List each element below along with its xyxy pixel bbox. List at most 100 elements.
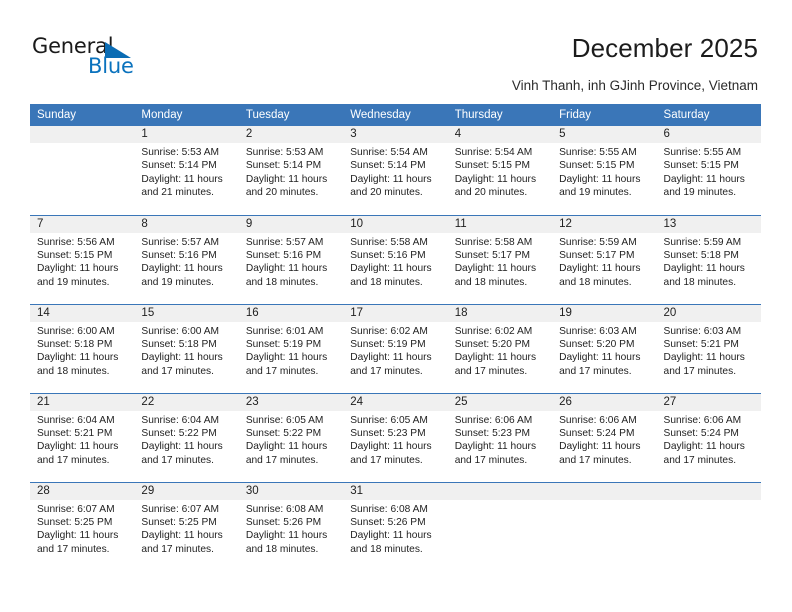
sunrise-text: Sunrise: 6:04 AM (141, 414, 220, 426)
sunrise-text: Sunrise: 5:58 AM (454, 236, 533, 248)
day-number: 8 (134, 215, 239, 233)
sunrise-text: Sunrise: 5:59 AM (559, 236, 637, 248)
calendar-day-cell[interactable]: 5 Sunrise: 5:55 AM Sunset: 5:15 PM Daylight… (552, 126, 657, 215)
sunrise-text: Sunrise: 5:59 AM (663, 236, 742, 248)
weekday-header-friday: Friday (552, 104, 657, 126)
day-sun-info: Sunrise: 6:03 AM Sunset: 5:20 PM Daylight:… (552, 322, 656, 379)
weekday-header-monday: Monday (134, 104, 239, 126)
calendar-day-cell[interactable]: 19 Sunrise: 6:03 AM Sunset: 5:20 PM Dayligh… (552, 303, 657, 393)
calendar-day-cell[interactable]: 23 Sunrise: 6:05 AM Sunset: 5:22 PM Dayligh… (238, 392, 344, 482)
daylight-text: Daylight: 11 hours and 20 minutes. (454, 173, 537, 199)
sunrise-text: Sunrise: 6:02 AM (454, 325, 533, 337)
calendar-day-cell[interactable]: 11 Sunrise: 5:58 AM Sunset: 5:17 PM Dayligh… (447, 214, 553, 304)
calendar-day-cell[interactable]: 1 Sunrise: 5:53 AM Sunset: 5:14 PM Daylight… (134, 126, 239, 215)
day-sun-info: Sunrise: 5:54 AM Sunset: 5:15 PM Daylight:… (448, 143, 552, 200)
page-subtitle: Vinh Thanh, inh GJinh Province, Vietnam (511, 78, 758, 93)
calendar-day-cell[interactable]: 7 Sunrise: 5:56 AM Sunset: 5:15 PM Daylight… (30, 214, 135, 304)
day-sun-info: Sunrise: 6:06 AM Sunset: 5:24 PM Daylight:… (657, 411, 761, 468)
weekday-header-tuesday: Tuesday (238, 104, 344, 126)
day-number: 1 (134, 126, 239, 143)
calendar-day-cell[interactable]: 10 Sunrise: 5:58 AM Sunset: 5:16 PM Dayligh… (343, 214, 448, 304)
daylight-text: Daylight: 11 hours and 17 minutes. (663, 352, 745, 377)
sunset-text: Sunset: 5:14 PM (141, 160, 217, 172)
day-number: 11 (447, 215, 553, 233)
day-number: 4 (447, 126, 553, 143)
calendar-day-cell[interactable]: 20 Sunrise: 6:03 AM Sunset: 5:21 PM Dayligh… (656, 303, 761, 393)
calendar-day-cell[interactable]: 30 Sunrise: 6:08 AM Sunset: 5:26 PM Dayligh… (238, 481, 344, 571)
sunrise-text: Sunrise: 5:54 AM (454, 147, 533, 158)
sunrise-text: Sunrise: 5:57 AM (141, 236, 220, 248)
day-number: 20 (656, 304, 761, 322)
daylight-text: Daylight: 11 hours and 18 minutes. (245, 263, 328, 288)
sunset-text: Sunset: 5:15 PM (559, 160, 635, 172)
calendar-day-cell[interactable]: 22 Sunrise: 6:04 AM Sunset: 5:22 PM Dayligh… (134, 392, 239, 482)
sunset-text: Sunset: 5:25 PM (141, 516, 217, 528)
daylight-text: Daylight: 11 hours and 17 minutes. (37, 530, 119, 555)
sunrise-text: Sunrise: 5:54 AM (350, 147, 428, 158)
calendar-day-cell[interactable]: 14 Sunrise: 6:00 AM Sunset: 5:18 PM Dayligh… (30, 303, 135, 393)
daylight-text: Daylight: 11 hours and 18 minutes. (350, 263, 432, 288)
day-sun-info: Sunrise: 6:08 AM Sunset: 5:26 PM Daylight:… (343, 500, 447, 557)
daylight-text: Daylight: 11 hours and 19 minutes. (141, 263, 223, 288)
sunrise-text: Sunrise: 6:02 AM (350, 325, 428, 337)
calendar-day-cell[interactable]: 28 Sunrise: 6:07 AM Sunset: 5:25 PM Dayligh… (30, 481, 135, 571)
calendar-day-cell[interactable]: 6 Sunrise: 5:55 AM Sunset: 5:15 PM Daylight… (656, 126, 761, 215)
calendar-day-cell[interactable]: 18 Sunrise: 6:02 AM Sunset: 5:20 PM Dayligh… (447, 303, 553, 393)
sunset-text: Sunset: 5:18 PM (37, 338, 113, 350)
day-sun-info: Sunrise: 6:06 AM Sunset: 5:24 PM Daylight:… (552, 411, 656, 468)
calendar-day-cell[interactable]: 17 Sunrise: 6:02 AM Sunset: 5:19 PM Dayligh… (343, 303, 448, 393)
calendar-day-cell[interactable]: 3 Sunrise: 5:54 AM Sunset: 5:14 PM Daylight… (343, 126, 448, 215)
daylight-text: Daylight: 11 hours and 18 minutes. (245, 530, 328, 555)
weekday-header-sunday: Sunday (30, 104, 135, 126)
sunset-text: Sunset: 5:17 PM (454, 249, 531, 261)
daylight-text: Daylight: 11 hours and 17 minutes. (350, 441, 432, 466)
day-sun-info: Sunrise: 5:53 AM Sunset: 5:14 PM Daylight:… (239, 143, 343, 200)
day-sun-info: Sunrise: 6:07 AM Sunset: 5:25 PM Daylight:… (134, 500, 238, 557)
calendar-day-cell[interactable]: 16 Sunrise: 6:01 AM Sunset: 5:19 PM Dayligh… (238, 303, 344, 393)
sunrise-text: Sunrise: 6:06 AM (559, 414, 637, 426)
daylight-text: Daylight: 11 hours and 17 minutes. (663, 441, 745, 466)
calendar-day-cell[interactable]: 21 Sunrise: 6:04 AM Sunset: 5:21 PM Dayligh… (30, 392, 135, 482)
calendar-day-cell[interactable]: 27 Sunrise: 6:06 AM Sunset: 5:24 PM Dayligh… (656, 392, 761, 482)
calendar-day-cell[interactable]: 13 Sunrise: 5:59 AM Sunset: 5:18 PM Dayligh… (656, 214, 761, 304)
sunrise-text: Sunrise: 6:07 AM (37, 503, 115, 515)
calendar-day-cell[interactable]: 2 Sunrise: 5:53 AM Sunset: 5:14 PM Daylight… (238, 126, 344, 215)
day-number: 7 (30, 215, 135, 233)
calendar-day-cell[interactable]: 24 Sunrise: 6:05 AM Sunset: 5:23 PM Dayligh… (343, 392, 448, 482)
sunrise-text: Sunrise: 5:53 AM (141, 147, 220, 158)
calendar-day-cell[interactable]: 26 Sunrise: 6:06 AM Sunset: 5:24 PM Dayligh… (552, 392, 657, 482)
calendar-header-row: Sunday Monday Tuesday Wednesday Thursday Frid… (30, 104, 761, 126)
calendar-day-cell[interactable]: 25 Sunrise: 6:06 AM Sunset: 5:23 PM Dayligh… (447, 392, 553, 482)
daylight-text: Daylight: 11 hours and 17 minutes. (37, 441, 119, 466)
calendar-week-row: 21 Sunrise: 6:04 AM Sunset: 5:21 PM Dayligh… (30, 392, 761, 482)
sunrise-text: Sunrise: 5:55 AM (559, 147, 637, 158)
logo-text-blue: Blue (88, 54, 134, 78)
calendar-day-cell[interactable]: 15 Sunrise: 6:00 AM Sunset: 5:18 PM Dayligh… (134, 303, 239, 393)
day-number: 30 (238, 482, 344, 500)
day-number: 12 (552, 215, 657, 233)
sunrise-text: Sunrise: 6:06 AM (454, 414, 533, 426)
sunrise-text: Sunrise: 6:00 AM (141, 325, 220, 337)
day-number: 29 (134, 482, 239, 500)
sunset-text: Sunset: 5:15 PM (454, 160, 531, 172)
sunset-text: Sunset: 5:20 PM (454, 338, 531, 350)
calendar-day-cell[interactable]: 8 Sunrise: 5:57 AM Sunset: 5:16 PM Daylight… (134, 214, 239, 304)
sunset-text: Sunset: 5:25 PM (37, 516, 113, 528)
calendar-day-cell[interactable]: 9 Sunrise: 5:57 AM Sunset: 5:16 PM Daylight… (238, 214, 344, 304)
daylight-text: Daylight: 11 hours and 19 minutes. (37, 263, 119, 288)
calendar-day-cell[interactable]: 31 Sunrise: 6:08 AM Sunset: 5:26 PM Dayligh… (343, 481, 448, 571)
daylight-text: Daylight: 11 hours and 17 minutes. (245, 352, 328, 377)
day-sun-info: Sunrise: 5:59 AM Sunset: 5:17 PM Daylight:… (552, 233, 656, 290)
daylight-text: Daylight: 11 hours and 17 minutes. (141, 352, 223, 377)
day-sun-info: Sunrise: 6:03 AM Sunset: 5:21 PM Daylight:… (657, 322, 761, 379)
daylight-text: Daylight: 11 hours and 21 minutes. (141, 173, 223, 199)
page-title: December 2025 (571, 33, 758, 63)
day-sun-info: Sunrise: 5:56 AM Sunset: 5:15 PM Daylight:… (30, 233, 134, 290)
weekday-header-saturday: Saturday (656, 104, 761, 126)
day-number: 2 (238, 126, 344, 143)
calendar-day-cell[interactable]: 4 Sunrise: 5:54 AM Sunset: 5:15 PM Daylight… (447, 126, 553, 215)
calendar-day-cell[interactable]: 29 Sunrise: 6:07 AM Sunset: 5:25 PM Dayligh… (134, 481, 239, 571)
calendar-day-cell[interactable]: 12 Sunrise: 5:59 AM Sunset: 5:17 PM Dayligh… (552, 214, 657, 304)
sunrise-text: Sunrise: 6:01 AM (245, 325, 324, 337)
day-sun-info: Sunrise: 5:54 AM Sunset: 5:14 PM Daylight:… (343, 143, 447, 200)
